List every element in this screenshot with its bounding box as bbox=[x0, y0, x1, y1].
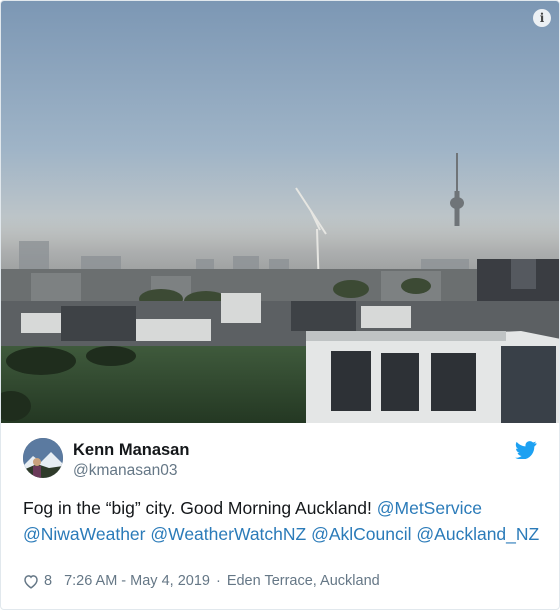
location[interactable]: Eden Terrace, Auckland bbox=[227, 573, 380, 589]
mention-link[interactable]: @MetService bbox=[377, 498, 482, 518]
mention-link[interactable]: @Auckland_NZ bbox=[416, 524, 539, 544]
tweet-body: Kenn Manasan @kmanasan03 Fog in the “big… bbox=[1, 423, 559, 609]
tweet-text: Fog in the “big” city. Good Morning Auck… bbox=[23, 495, 543, 547]
meta-separator: · bbox=[215, 573, 221, 589]
info-icon[interactable]: i bbox=[533, 9, 551, 27]
heart-icon[interactable] bbox=[23, 574, 39, 589]
display-name[interactable]: Kenn Manasan bbox=[73, 440, 189, 460]
user-handle[interactable]: @kmanasan03 bbox=[73, 461, 189, 481]
avatar-image bbox=[23, 438, 63, 478]
mention-link[interactable]: @NiwaWeather bbox=[23, 524, 145, 544]
tweet-photo[interactable]: i bbox=[1, 1, 559, 423]
tweet-meta: 8 7:26 AM - May 4, 2019 · Eden Terrace, … bbox=[23, 573, 380, 589]
like-count[interactable]: 8 bbox=[44, 573, 52, 589]
fog-city-photo bbox=[1, 1, 559, 423]
tweet-text-segment: Fog in the “big” city. Good Morning Auck… bbox=[23, 498, 377, 518]
avatar[interactable] bbox=[23, 438, 63, 478]
mention-link[interactable]: @WeatherWatchNZ bbox=[150, 524, 306, 544]
mention-link[interactable]: @AklCouncil bbox=[311, 524, 411, 544]
timestamp[interactable]: 7:26 AM - May 4, 2019 bbox=[64, 573, 210, 589]
user-names[interactable]: Kenn Manasan @kmanasan03 bbox=[73, 440, 189, 481]
embedded-tweet-card: i Kenn Manasan @kmanasan03 Fog in the “b… bbox=[0, 0, 560, 610]
twitter-bird-icon[interactable] bbox=[515, 441, 537, 459]
